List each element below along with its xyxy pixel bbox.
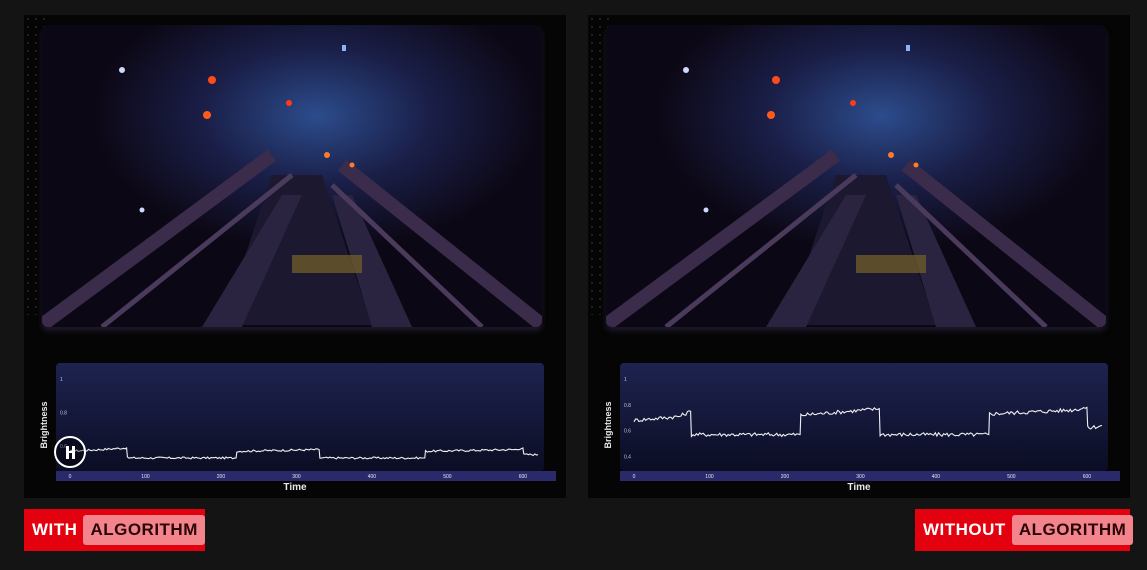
y-tick-label: 1	[60, 377, 63, 383]
scene-graphic	[42, 25, 542, 327]
x-tick-label: 500	[1007, 474, 1016, 480]
game-scene-video[interactable]	[606, 25, 1106, 327]
brightness-chart-with: 1 0.8 0.6 0 100 200 300 400 500 600	[24, 359, 566, 498]
chart-background	[620, 363, 1108, 471]
pause-button[interactable]	[54, 436, 86, 468]
x-tick-label: 100	[705, 474, 714, 480]
badge-lead-text: WITH	[32, 520, 78, 539]
badge-with-algorithm: WITH ALGORITHM	[24, 509, 205, 551]
panel-without-algorithm: 1 0.8 0.6 0.4 0 100 200 300 400 500 600 Brightness…	[588, 15, 1130, 498]
x-axis-label: Time	[283, 482, 307, 493]
game-scene-video[interactable]	[42, 25, 542, 327]
pause-icon-bar	[72, 446, 75, 459]
x-tick-label: 500	[443, 474, 452, 480]
x-tick-label: 300	[292, 474, 301, 480]
y-axis-label-text: Brightness	[39, 401, 49, 449]
y-tick-label: 0.6	[624, 429, 631, 435]
x-tick-label: 200	[217, 474, 226, 480]
y-axis-label: Brightness	[37, 395, 51, 455]
x-tick-label: 600	[519, 474, 528, 480]
badge-without-algorithm: WITHOUT ALGORITHM	[915, 509, 1134, 551]
x-axis-label: Time	[847, 482, 871, 493]
brightness-chart-without: 1 0.8 0.6 0.4 0 100 200 300 400 500 600	[588, 359, 1130, 498]
x-tick-label: 200	[781, 474, 790, 480]
x-tick-label: 300	[856, 474, 865, 480]
y-tick-label: 0.8	[60, 411, 67, 417]
x-tick-label: 400	[932, 474, 941, 480]
x-tick-label: 600	[1083, 474, 1092, 480]
x-tick-label: 0	[69, 474, 72, 480]
scene-graphic	[606, 25, 1106, 327]
panel-with-algorithm: 1 0.8 0.6 0 100 200 300 400 500 600 Brightness Ti…	[24, 15, 566, 498]
x-tick-label: 400	[368, 474, 377, 480]
badge-lead-text: WITHOUT	[923, 520, 1006, 539]
x-axis-band	[620, 471, 1120, 481]
y-tick-label: 1	[624, 377, 627, 383]
badge-chip: ALGORITHM	[1011, 515, 1134, 545]
chart-background	[56, 363, 544, 471]
x-axis-band	[56, 471, 556, 481]
x-tick-label: 0	[633, 474, 636, 480]
y-axis-label: Brightness	[601, 395, 615, 455]
x-tick-label: 100	[141, 474, 150, 480]
y-axis-label-text: Brightness	[603, 401, 613, 449]
y-tick-label: 0.8	[624, 403, 631, 409]
badge-chip: ALGORITHM	[83, 515, 205, 545]
brightness-chart-svg: 10.80.60 100 200 300 400 500 600	[56, 363, 556, 481]
y-tick-label: 0.4	[624, 455, 631, 461]
brightness-chart-svg: 1 0.8 0.6 0.4 0 100 200 300 400 500 600	[620, 363, 1120, 481]
